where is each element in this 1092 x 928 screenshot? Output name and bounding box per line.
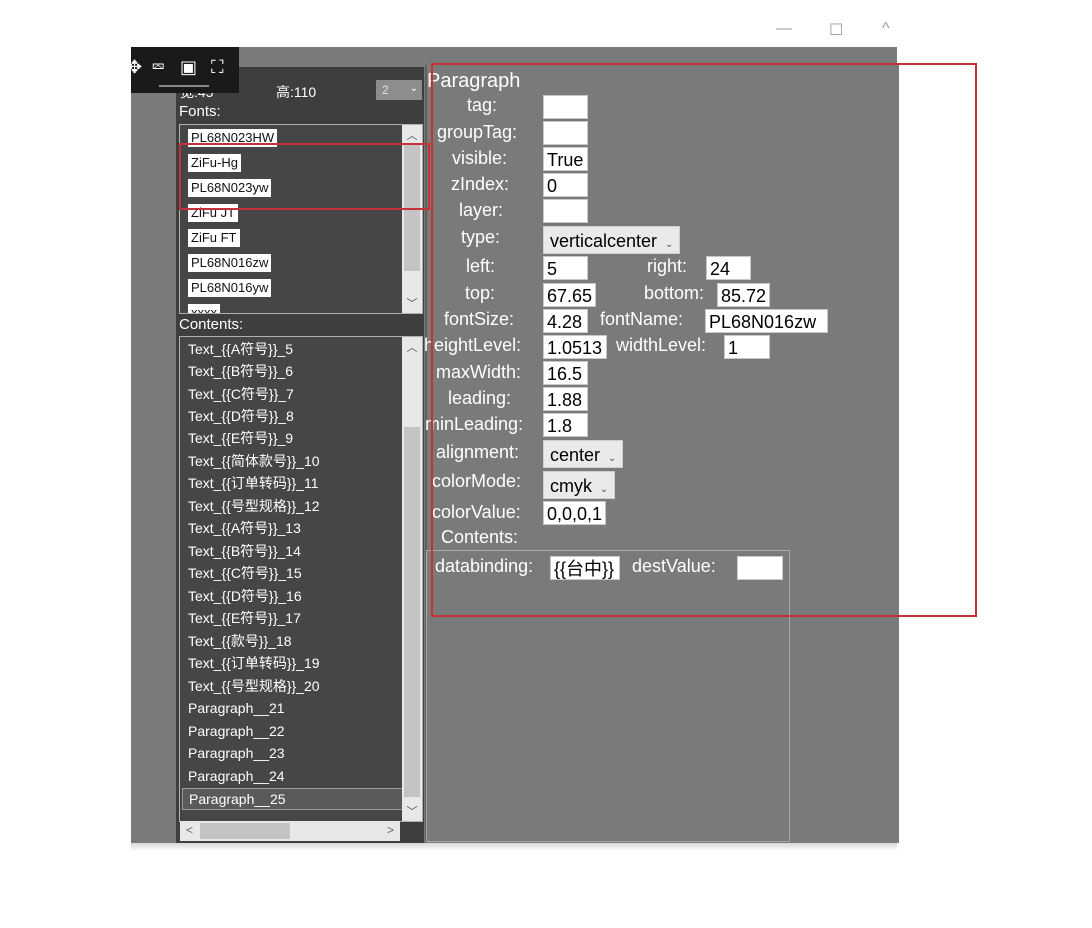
contents-hscrollbar[interactable]: < > <box>180 821 400 841</box>
scroll-left-icon[interactable]: < <box>186 823 193 837</box>
list-item[interactable]: Text_{{E符号}}_17 <box>188 608 301 628</box>
contents-list[interactable]: Text_{{A符号}}_5 Text_{{B符号}}_6 Text_{{C符号… <box>179 336 423 822</box>
list-item[interactable]: Text_{{B符号}}_6 <box>188 361 293 381</box>
font-item[interactable]: PL68N016zw <box>188 254 272 272</box>
list-item[interactable]: Text_{{订单转码}}_11 <box>188 473 318 493</box>
scroll-thumb[interactable] <box>404 427 420 797</box>
list-item[interactable]: Text_{{A符号}}_13 <box>188 518 301 538</box>
list-item-selected[interactable]: Paragraph__25 <box>182 788 404 810</box>
font-item[interactable]: xxxx <box>188 304 220 313</box>
window-shadow <box>131 843 897 851</box>
pick-icon[interactable]: ⛶ <box>211 57 224 77</box>
floating-toolbar: ✥ ⮹ ▣ ⛶ <box>127 47 239 93</box>
scroll-right-icon[interactable]: > <box>387 823 394 837</box>
scroll-thumb[interactable] <box>200 823 290 839</box>
fonts-label: Fonts: <box>179 103 221 120</box>
highlight-box-fonts <box>179 143 430 210</box>
list-item[interactable]: Text_{{E符号}}_9 <box>188 428 293 448</box>
chevron-down-icon: ⌄ <box>409 83 418 94</box>
height-label: 高:110 <box>276 84 317 100</box>
list-item[interactable]: Text_{{B符号}}_14 <box>188 541 301 561</box>
page-dropdown[interactable]: 2 ⌄ <box>376 80 422 100</box>
list-item[interactable]: Paragraph__23 <box>188 743 285 763</box>
font-item[interactable]: ZiFu FT <box>188 229 240 247</box>
list-item[interactable]: Paragraph__24 <box>188 766 285 786</box>
font-item[interactable]: PL68N016yw <box>188 279 272 297</box>
list-item[interactable]: Text_{{订单转码}}_19 <box>188 653 320 673</box>
highlight-box-properties <box>431 63 977 617</box>
minimize-icon[interactable]: — <box>776 20 792 38</box>
contents-scrollbar[interactable]: ︿ ﹀ <box>402 337 422 821</box>
select-icon[interactable]: ⮹ <box>151 57 165 77</box>
list-item[interactable]: Paragraph__22 <box>188 721 285 741</box>
frame-icon[interactable]: ▣ <box>180 57 197 77</box>
list-item[interactable]: Text_{{D符号}}_8 <box>188 406 294 426</box>
list-item[interactable]: Paragraph__21 <box>188 698 285 718</box>
scroll-up-icon[interactable]: ︿ <box>402 127 422 143</box>
list-item[interactable]: Text_{{A符号}}_5 <box>188 339 293 359</box>
move-icon[interactable]: ✥ <box>127 57 142 77</box>
page-dropdown-value: 2 <box>382 83 389 97</box>
list-item[interactable]: Text_{{C符号}}_15 <box>188 563 302 583</box>
scroll-up-icon[interactable]: ︿ <box>402 339 422 355</box>
list-item[interactable]: Text_{{简体款号}}_10 <box>188 451 320 471</box>
list-item[interactable]: Text_{{D符号}}_16 <box>188 586 302 606</box>
list-item[interactable]: Text_{{号型规格}}_12 <box>188 496 320 516</box>
toolbar-divider <box>159 85 209 87</box>
list-item[interactable]: Text_{{号型规格}}_20 <box>188 676 320 696</box>
scroll-down-icon[interactable]: ﹀ <box>402 295 422 311</box>
scroll-down-icon[interactable]: ﹀ <box>402 803 422 819</box>
contents-label: Contents: <box>179 316 244 333</box>
close-icon[interactable]: ^ <box>882 20 890 38</box>
maximize-icon[interactable]: ☐ <box>829 20 843 40</box>
list-item[interactable]: Text_{{C符号}}_7 <box>188 384 294 404</box>
list-item[interactable]: Text_{{款号}}_18 <box>188 631 292 651</box>
